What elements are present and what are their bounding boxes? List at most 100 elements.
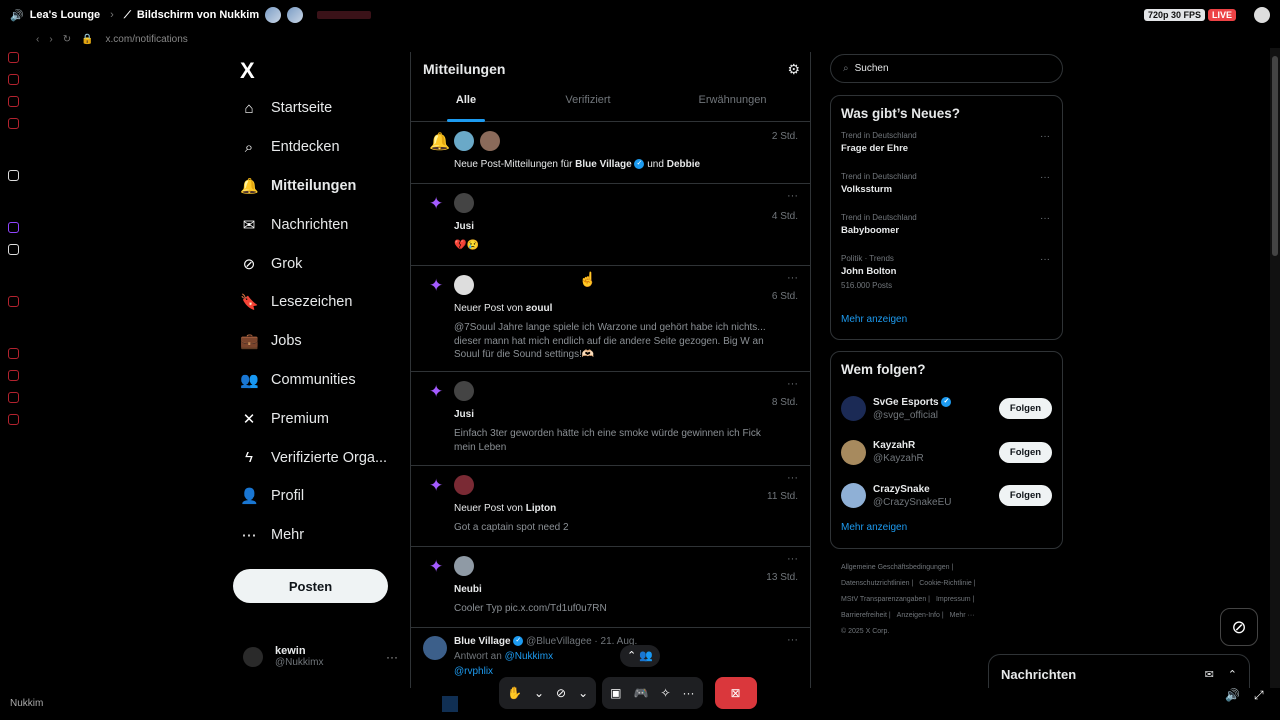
viewer-avatar[interactable] xyxy=(287,7,304,23)
search-input[interactable] xyxy=(854,63,1035,74)
grok-button[interactable]: ⊘ xyxy=(1220,608,1258,646)
sidebar-item-premium[interactable]: ✕ Premium xyxy=(240,399,387,438)
footer-link[interactable]: Mehr ··· xyxy=(950,612,975,619)
back-icon[interactable]: ‹ xyxy=(36,34,39,45)
footer-link[interactable]: Impressum | xyxy=(936,596,974,603)
show-more-link[interactable]: Mehr anzeigen xyxy=(841,522,1052,533)
avatar[interactable] xyxy=(454,193,474,213)
rail-icon[interactable] xyxy=(8,96,19,107)
more-icon[interactable]: ··· xyxy=(1040,131,1050,142)
trend-item[interactable]: Trend in Deutschland Volkssturm ··· xyxy=(841,172,1052,213)
gamepad-icon[interactable]: 🎮 xyxy=(633,686,648,700)
trend-item[interactable]: Politik · Trends John Bolton 516.000 Pos… xyxy=(841,254,1052,312)
more-icon[interactable]: ··· xyxy=(787,634,798,646)
avatar[interactable] xyxy=(454,381,474,401)
more-icon[interactable]: ··· xyxy=(787,272,798,284)
more-icon[interactable]: ··· xyxy=(787,553,798,565)
sidebar-item-startseite[interactable]: ⌂ Startseite xyxy=(240,89,387,128)
twitch-icon[interactable] xyxy=(8,222,19,233)
search-box[interactable]: ⌕ xyxy=(830,54,1063,83)
screen-share-icon[interactable]: ▣ xyxy=(610,686,621,700)
footer-link[interactable]: MStV Transparenzangaben | xyxy=(841,596,930,603)
rail-icon[interactable] xyxy=(8,392,19,403)
notification-item[interactable]: ✦ ··· 4 Std. Jusi 💔😢 xyxy=(411,184,810,266)
address-field[interactable]: x.com/notifications xyxy=(106,34,188,45)
x-logo[interactable]: X xyxy=(240,58,255,84)
show-more-link[interactable]: Mehr anzeigen xyxy=(841,314,1052,325)
post-button[interactable]: Posten xyxy=(233,569,388,603)
more-icon[interactable]: ··· xyxy=(1040,172,1050,183)
sidebar-item-entdecken[interactable]: ⌕ Entdecken xyxy=(240,128,387,167)
notification-item[interactable]: ✦ ··· 11 Std. Neuer Post von Lipton Got … xyxy=(411,466,810,547)
footer-link[interactable]: Barrierefreiheit | xyxy=(841,612,891,619)
notification-item[interactable]: ✦ ··· 8 Std. Jusi Einfach 3ter geworden … xyxy=(411,372,810,466)
avatar[interactable] xyxy=(423,636,447,660)
forward-icon[interactable]: › xyxy=(49,34,52,45)
fullscreen-icon[interactable]: ⤢ xyxy=(1254,688,1264,703)
reload-icon[interactable]: ↻ xyxy=(63,34,71,45)
more-icon[interactable]: ··· xyxy=(1040,254,1050,265)
sidebar-item-verifizierte-orga[interactable]: ϟ Verifizierte Orga... xyxy=(240,438,387,477)
avatar[interactable] xyxy=(841,396,866,422)
rail-icon[interactable] xyxy=(8,170,19,181)
sidebar-item-lesezeichen[interactable]: 🔖 Lesezeichen xyxy=(240,283,387,322)
follow-button[interactable]: Folgen xyxy=(999,485,1052,507)
more-icon[interactable]: ··· xyxy=(386,650,398,664)
follow-suggestion[interactable]: SvGe Esports ✓ @svge_official Folgen xyxy=(841,387,1052,431)
footer-link[interactable]: Anzeigen-Info | xyxy=(897,612,944,619)
rail-icon[interactable] xyxy=(8,370,19,381)
follow-suggestion[interactable]: CrazySnake @CrazySnakeEU Folgen xyxy=(841,474,1052,518)
sidebar-item-grok[interactable]: ⊘ Grok xyxy=(240,244,387,283)
avatar[interactable] xyxy=(841,439,866,465)
camera-off-icon[interactable]: ⊘ xyxy=(556,686,566,700)
chevron-down-icon[interactable]: ⌄ xyxy=(578,686,588,700)
mention-link[interactable]: @rvphlix xyxy=(454,666,798,677)
footer-link[interactable]: Cookie-Richtlinie | xyxy=(919,580,975,587)
trend-item[interactable]: Trend in Deutschland Babyboomer ··· xyxy=(841,213,1052,254)
more-icon[interactable]: ··· xyxy=(787,472,798,484)
voice-channel[interactable]: 🔊 Lea's Lounge xyxy=(10,9,100,22)
mention-link[interactable]: @Nukkimx xyxy=(505,651,554,662)
windows-start-icon[interactable] xyxy=(442,696,458,712)
sidebar-item-nachrichten[interactable]: ✉ Nachrichten xyxy=(240,205,387,244)
more-icon[interactable]: ··· xyxy=(787,378,798,390)
notification-item[interactable]: 🔔 2 Std. Neue Post-Mitteilungen für Blue… xyxy=(411,122,810,184)
sidebar-item-communities[interactable]: 👥 Communities xyxy=(240,361,387,400)
trend-item[interactable]: Trend in Deutschland Frage der Ehre ··· xyxy=(841,131,1052,172)
rail-icon[interactable] xyxy=(8,52,19,63)
end-stream-button[interactable]: ⊠ xyxy=(714,677,757,709)
rail-icon[interactable] xyxy=(8,74,19,85)
avatar[interactable] xyxy=(454,275,474,295)
notification-item[interactable]: ✦ ··· 13 Std. Neubi Cooler Typ pic.x.com… xyxy=(411,547,810,628)
soundboard-icon[interactable]: ✧ xyxy=(660,686,670,700)
avatar[interactable] xyxy=(841,483,866,509)
more-icon[interactable]: ··· xyxy=(683,686,695,700)
sidebar-item-mitteilungen[interactable]: 🔔 Mitteilungen xyxy=(240,167,387,206)
rail-icon[interactable] xyxy=(8,118,19,129)
volume-icon[interactable]: 🔊 xyxy=(1225,688,1240,702)
tab-mentions[interactable]: Erwähnungen xyxy=(655,94,810,122)
avatar[interactable] xyxy=(454,475,474,495)
raise-hand-icon[interactable]: ✋ xyxy=(507,686,522,700)
rail-icon[interactable] xyxy=(8,414,19,425)
tab-all[interactable]: Alle xyxy=(411,94,521,122)
chevron-up-icon[interactable]: ⌃ xyxy=(1228,668,1237,681)
participants-pill[interactable]: ⌃ 👥 xyxy=(620,645,660,667)
notification-item[interactable]: ✦ ··· 6 Std. Neuer Post von ƨouul @7Souu… xyxy=(411,266,810,372)
sidebar-item-mehr[interactable]: ⋯ Mehr xyxy=(240,516,387,555)
rail-icon[interactable] xyxy=(8,296,19,307)
scrollbar[interactable] xyxy=(1270,48,1280,688)
sidebar-item-profil[interactable]: 👤 Profil xyxy=(240,477,387,516)
avatar[interactable] xyxy=(454,556,474,576)
follow-suggestion[interactable]: KayzahR @KayzahR Folgen xyxy=(841,431,1052,475)
avatar[interactable] xyxy=(480,131,500,151)
rail-icon[interactable] xyxy=(8,348,19,359)
more-icon[interactable]: ··· xyxy=(1040,213,1050,224)
account-switcher[interactable]: kewin @Nukkimx ··· xyxy=(243,645,398,668)
sidebar-item-jobs[interactable]: 💼 Jobs xyxy=(240,322,387,361)
footer-link[interactable]: Allgemeine Geschäftsbedingungen | xyxy=(841,564,953,571)
avatar[interactable] xyxy=(454,131,474,151)
viewer-avatar[interactable] xyxy=(265,7,282,23)
follow-button[interactable]: Folgen xyxy=(999,441,1052,463)
new-message-icon[interactable]: ✉ xyxy=(1205,668,1214,681)
